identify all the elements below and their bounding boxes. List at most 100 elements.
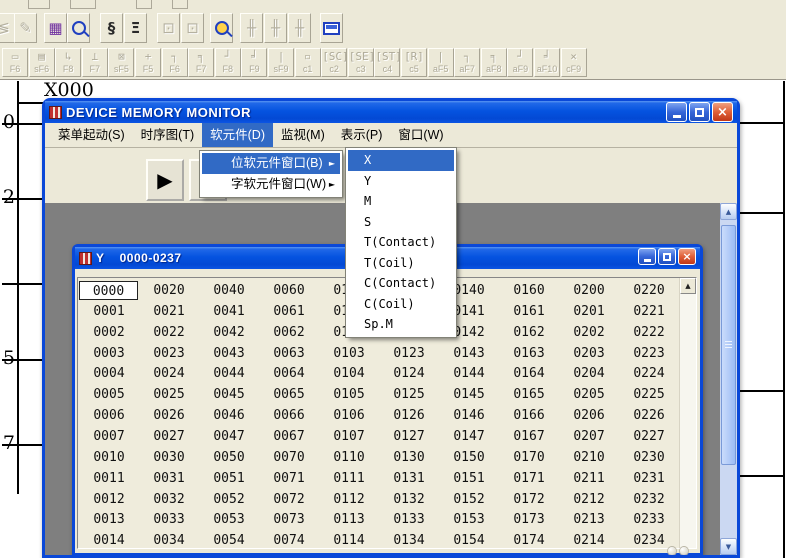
mdi-scroll-up-button[interactable]: ▲ [720, 203, 737, 220]
grid-cell-0066[interactable]: 0066 [259, 406, 319, 425]
grid-cell-0130[interactable]: 0130 [379, 448, 439, 467]
grid-cell-0225[interactable]: 0225 [619, 385, 679, 404]
grid-cell-0201[interactable]: 0201 [559, 302, 619, 321]
ladder-tool-aF10-21[interactable]: ╛aF10 [534, 48, 560, 77]
ladder-tool-c5-16[interactable]: [R]c5 [401, 48, 427, 77]
grid-cell-0223[interactable]: 0223 [619, 344, 679, 363]
grid-cell-0114[interactable]: 0114 [319, 531, 379, 549]
toolbar-partial-button-2[interactable] [70, 0, 96, 9]
minimize-button[interactable] [666, 102, 687, 122]
device-submenu-item-X[interactable]: X [348, 150, 454, 171]
menu-item-4[interactable]: 监视(M) [273, 123, 333, 147]
grid-cell-0162[interactable]: 0162 [499, 323, 559, 342]
grid-cell-0074[interactable]: 0074 [259, 531, 319, 549]
grid-cell-0163[interactable]: 0163 [499, 344, 559, 363]
ladder-tool-c3-14[interactable]: [SE]c3 [348, 48, 374, 77]
grid-cell-0110[interactable]: 0110 [319, 448, 379, 467]
menu-item-1[interactable]: 菜单起动(S) [50, 123, 133, 147]
grid-cell-0203[interactable]: 0203 [559, 344, 619, 363]
grid-cell-0052[interactable]: 0052 [199, 490, 259, 509]
menu-item-3[interactable]: 软元件(D) [202, 123, 273, 147]
toolbar-button-test-slider-3[interactable]: ╫ [288, 13, 311, 43]
grid-cell-0224[interactable]: 0224 [619, 364, 679, 383]
menu-item-2[interactable]: 时序图(T) [133, 123, 202, 147]
grid-cell-0106[interactable]: 0106 [319, 406, 379, 425]
monitor-start-button[interactable]: ▶ [146, 159, 184, 201]
dmm-titlebar[interactable]: DEVICE MEMORY MONITOR × [45, 101, 737, 123]
grid-cell-0033[interactable]: 0033 [139, 510, 199, 529]
toolbar-button-edit-mode[interactable]: ✎ [14, 13, 37, 43]
grid-cell-0103[interactable]: 0103 [319, 344, 379, 363]
grid-cell-0012[interactable]: 0012 [79, 490, 139, 509]
grid-cell-0031[interactable]: 0031 [139, 469, 199, 488]
grid-cell-0160[interactable]: 0160 [499, 281, 559, 300]
y-close-button[interactable]: × [678, 248, 696, 265]
grid-cell-0041[interactable]: 0041 [199, 302, 259, 321]
grid-cell-0112[interactable]: 0112 [319, 490, 379, 509]
grid-cell-0226[interactable]: 0226 [619, 406, 679, 425]
maximize-button[interactable] [689, 102, 710, 122]
ladder-tool-F7-4[interactable]: ⊥F7 [82, 48, 108, 77]
grid-cell-0153[interactable]: 0153 [439, 510, 499, 529]
grid-cell-0134[interactable]: 0134 [379, 531, 439, 549]
grid-cell-0034[interactable]: 0034 [139, 531, 199, 549]
ladder-tool-aF5-17[interactable]: |aF5 [428, 48, 454, 77]
toolbar-button-window-b[interactable]: ⊡ [181, 13, 204, 43]
grid-cell-0070[interactable]: 0070 [259, 448, 319, 467]
menu-item-5[interactable]: 表示(P) [333, 123, 391, 147]
ladder-tool-sF9-11[interactable]: |sF9 [268, 48, 294, 77]
grid-cell-0042[interactable]: 0042 [199, 323, 259, 342]
grid-cell-0043[interactable]: 0043 [199, 344, 259, 363]
grid-cell-0063[interactable]: 0063 [259, 344, 319, 363]
grid-cell-0111[interactable]: 0111 [319, 469, 379, 488]
grid-cell-0174[interactable]: 0174 [499, 531, 559, 549]
grid-cell-0170[interactable]: 0170 [499, 448, 559, 467]
grid-cell-0020[interactable]: 0020 [139, 281, 199, 300]
device-submenu-item-C(Coil)[interactable]: C(Coil) [348, 294, 454, 315]
ladder-tool-aF9-20[interactable]: ┘aF9 [507, 48, 533, 77]
ladder-tool-F6-1[interactable]: ▭F6 [2, 48, 28, 77]
grid-cell-0154[interactable]: 0154 [439, 531, 499, 549]
grid-cell-0206[interactable]: 0206 [559, 406, 619, 425]
toolbar-button-find-device[interactable] [210, 13, 233, 43]
device-submenu-item-Y[interactable]: Y [348, 171, 454, 192]
toolbar-button-trace-curve[interactable]: § [100, 13, 123, 43]
mdi-vertical-scrollbar[interactable]: ▲ ▼ [720, 203, 737, 555]
device-submenu-item-Sp.M[interactable]: Sp.M [348, 314, 454, 335]
grid-cell-0067[interactable]: 0067 [259, 427, 319, 446]
mdi-scroll-thumb[interactable] [721, 225, 736, 465]
grid-cell-0072[interactable]: 0072 [259, 490, 319, 509]
grid-cell-0165[interactable]: 0165 [499, 385, 559, 404]
toolbar-button-monitor-zoom[interactable] [67, 13, 90, 43]
grid-cell-0145[interactable]: 0145 [439, 385, 499, 404]
grid-cell-0143[interactable]: 0143 [439, 344, 499, 363]
device-submenu-item-M[interactable]: M [348, 191, 454, 212]
y-maximize-button[interactable] [658, 248, 676, 265]
toolbar-button-test-slider-2[interactable]: ╫ [264, 13, 287, 43]
device-menu-item-2[interactable]: 字软元件窗口(W)► [202, 174, 340, 195]
grid-cell-0152[interactable]: 0152 [439, 490, 499, 509]
toolbar-partial-button-3[interactable] [136, 0, 152, 9]
ladder-tool-F6-7[interactable]: ┐F6 [162, 48, 188, 77]
grid-cell-0022[interactable]: 0022 [139, 323, 199, 342]
grid-cell-0007[interactable]: 0007 [79, 427, 139, 446]
grid-cell-0051[interactable]: 0051 [199, 469, 259, 488]
toolbar-button-window-a[interactable]: ⊡ [157, 13, 180, 43]
grid-scroll-up-button[interactable]: ▲ [680, 278, 696, 294]
grid-cell-0053[interactable]: 0053 [199, 510, 259, 529]
grid-cell-0220[interactable]: 0220 [619, 281, 679, 300]
toolbar-button-test-slider-1[interactable]: ╫ [240, 13, 263, 43]
grid-cell-0161[interactable]: 0161 [499, 302, 559, 321]
grid-cell-0172[interactable]: 0172 [499, 490, 559, 509]
grid-cell-0071[interactable]: 0071 [259, 469, 319, 488]
ladder-tool-aF7-18[interactable]: ┐aF7 [454, 48, 480, 77]
grid-cell-0105[interactable]: 0105 [319, 385, 379, 404]
grid-cell-0044[interactable]: 0044 [199, 364, 259, 383]
ladder-tool-cF9-22[interactable]: ×cF9 [561, 48, 587, 77]
close-button[interactable]: × [712, 102, 733, 122]
grid-cell-0062[interactable]: 0062 [259, 323, 319, 342]
ladder-tool-sF5-5[interactable]: ⊠sF5 [108, 48, 134, 77]
grid-cell-0125[interactable]: 0125 [379, 385, 439, 404]
ladder-tool-c4-15[interactable]: [ST]c4 [374, 48, 400, 77]
ladder-tool-F5-6[interactable]: +F5 [135, 48, 161, 77]
